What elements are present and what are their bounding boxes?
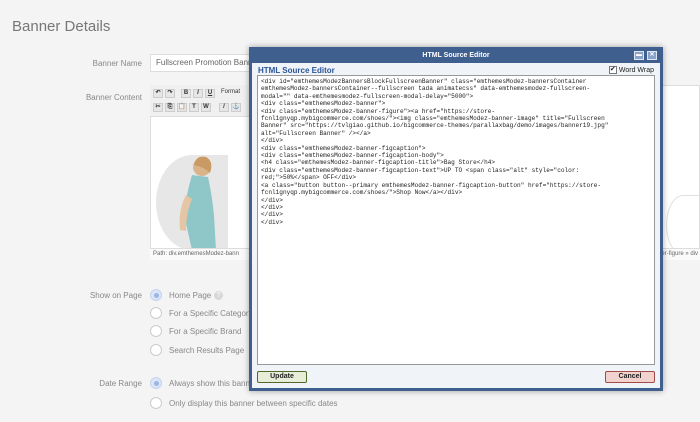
radio-specific-brand[interactable] — [150, 325, 162, 337]
option-specific-category-label: For a Specific Category — [169, 309, 253, 318]
editor-toolbar: ↶ ↷ B I U Format ✂ ⎘ 📋 T W / ⚓ — [150, 85, 260, 117]
radio-specific-category[interactable] — [150, 307, 162, 319]
option-search-results-label: Search Results Page — [169, 346, 245, 355]
option-specific-dates-label: Only display this banner between specifi… — [169, 399, 338, 408]
update-button[interactable]: Update — [257, 371, 307, 383]
underline-button[interactable]: U — [205, 89, 215, 98]
word-wrap-label: Word Wrap — [618, 66, 654, 74]
page: Banner Details Banner Name Fullscreen Pr… — [0, 0, 700, 422]
page-title: Banner Details — [12, 18, 111, 35]
clean-icon[interactable]: / — [219, 103, 229, 112]
cut-icon[interactable]: ✂ — [153, 103, 163, 112]
banner-content-label: Banner Content — [85, 93, 142, 102]
minimize-icon[interactable]: ▬ — [634, 51, 644, 60]
banner-preview-edge — [666, 195, 700, 255]
paste-icon[interactable]: 📋 — [177, 103, 187, 112]
dialog-body: HTML Source Editor ✔ Word Wrap <div id="e… — [252, 63, 660, 388]
word-wrap-checkbox[interactable]: ✔ — [608, 66, 617, 74]
editor-title: HTML Source Editor — [258, 66, 335, 75]
redo-icon[interactable]: ↷ — [165, 89, 175, 98]
anchor-icon[interactable]: ⚓ — [231, 103, 241, 112]
copy-icon[interactable]: ⎘ — [165, 103, 175, 112]
option-always-show-label: Always show this banner — [169, 379, 258, 388]
editor-path: Path: div.emthemesModez-bann — [153, 251, 239, 257]
dialog-titlebar[interactable]: HTML Source Editor ▬ ✕ — [251, 49, 661, 62]
radio-search-results[interactable] — [150, 344, 162, 356]
close-icon[interactable]: ✕ — [647, 51, 657, 60]
show-on-page-label: Show on Page — [89, 291, 142, 300]
banner-name-input[interactable]: Fullscreen Promotion Banner — [150, 54, 260, 72]
paste-text-icon[interactable]: T — [189, 103, 199, 112]
banner-name-label: Banner Name — [92, 59, 142, 68]
radio-home-page[interactable] — [150, 289, 162, 301]
bold-button[interactable]: B — [181, 89, 191, 98]
html-source-editor-dialog: HTML Source Editor ▬ ✕ HTML Source Edito… — [249, 47, 663, 391]
banner-image-preview — [156, 155, 228, 250]
format-select[interactable]: Format — [221, 89, 240, 95]
radio-always-show[interactable] — [150, 377, 162, 389]
undo-icon[interactable]: ↶ — [153, 89, 163, 98]
option-specific-brand-label: For a Specific Brand — [169, 327, 242, 336]
date-range-label: Date Range — [99, 379, 142, 388]
option-home-page-label: Home Page — [169, 291, 212, 300]
italic-button[interactable]: I — [193, 89, 203, 98]
radio-specific-dates[interactable] — [150, 397, 162, 409]
dialog-window-title: HTML Source Editor — [422, 52, 490, 59]
word-wrap-toggle[interactable]: ✔ Word Wrap — [608, 66, 654, 74]
help-icon[interactable]: ? — [214, 291, 223, 300]
source-textarea[interactable]: <div id="emthemesModezBannersBlockFullsc… — [257, 75, 655, 365]
cancel-button[interactable]: Cancel — [605, 371, 655, 383]
paste-word-icon[interactable]: W — [201, 103, 211, 112]
